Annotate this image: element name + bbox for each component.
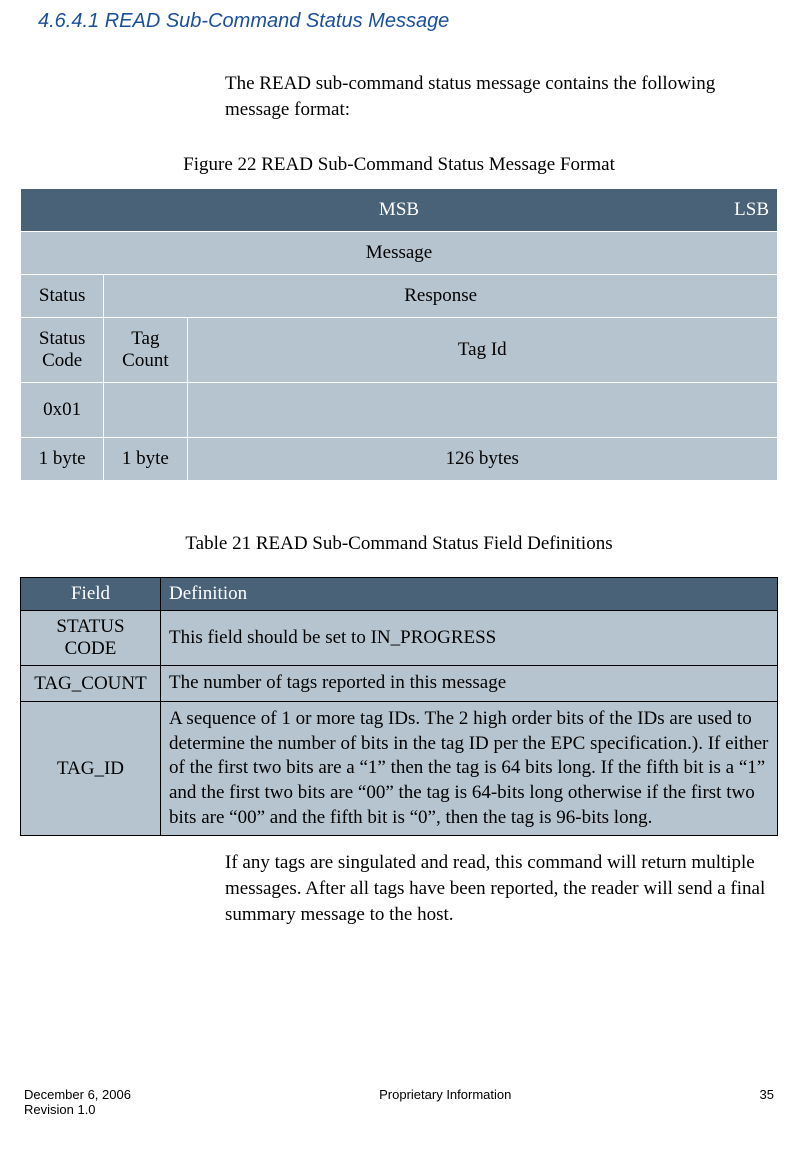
section-heading: 4.6.4.1 READ Sub-Command Status Message bbox=[38, 10, 778, 33]
footer-center: Proprietary Information bbox=[131, 1087, 760, 1117]
field-name-cell: STATUS CODE bbox=[21, 611, 161, 666]
tag-id-length: 126 bytes bbox=[187, 438, 777, 481]
status-code-header: Status Code bbox=[21, 318, 104, 383]
status-response-row: Status Response bbox=[21, 275, 778, 318]
definition-cell: A sequence of 1 or more tag IDs. The 2 h… bbox=[161, 701, 778, 835]
footer-revision: Revision 1.0 bbox=[24, 1102, 96, 1117]
page-footer: December 6, 2006 Revision 1.0 Proprietar… bbox=[20, 1087, 778, 1117]
tag-id-value bbox=[187, 383, 777, 438]
footer-date: December 6, 2006 bbox=[24, 1087, 131, 1102]
field-column-header: Field bbox=[21, 578, 161, 611]
message-format-table: MSB LSB Message Status Response Status C… bbox=[20, 188, 778, 481]
post-paragraph: If any tags are singulated and read, thi… bbox=[225, 850, 778, 927]
defs-header-row: Field Definition bbox=[21, 578, 778, 611]
table-caption: Table 21 READ Sub-Command Status Field D… bbox=[20, 533, 778, 555]
definition-cell: The number of tags reported in this mess… bbox=[161, 666, 778, 702]
value-row: 0x01 bbox=[21, 383, 778, 438]
definition-cell: This field should be set to IN_PROGRESS bbox=[161, 611, 778, 666]
msb-lsb-header: MSB LSB bbox=[21, 189, 778, 232]
field-name-cell: TAG_ID bbox=[21, 701, 161, 835]
status-code-length: 1 byte bbox=[21, 438, 104, 481]
field-header-row: Status Code Tag Count Tag Id bbox=[21, 318, 778, 383]
msb-label: MSB bbox=[379, 199, 419, 220]
table-row: TAG_COUNT The number of tags reported in… bbox=[21, 666, 778, 702]
header-row: MSB LSB bbox=[21, 189, 778, 232]
definition-column-header: Definition bbox=[161, 578, 778, 611]
table-row: TAG_ID A sequence of 1 or more tag IDs. … bbox=[21, 701, 778, 835]
status-cell: Status bbox=[21, 275, 104, 318]
response-cell: Response bbox=[104, 275, 778, 318]
figure-caption: Figure 22 READ Sub-Command Status Messag… bbox=[20, 154, 778, 176]
field-definitions-table: Field Definition STATUS CODE This field … bbox=[20, 577, 778, 836]
message-cell: Message bbox=[21, 232, 778, 275]
tag-id-header: Tag Id bbox=[187, 318, 777, 383]
lsb-label: LSB bbox=[734, 199, 769, 221]
footer-left: December 6, 2006 Revision 1.0 bbox=[24, 1087, 131, 1117]
tag-count-header: Tag Count bbox=[104, 318, 187, 383]
tag-count-value bbox=[104, 383, 187, 438]
field-name-cell: TAG_COUNT bbox=[21, 666, 161, 702]
table-row: STATUS CODE This field should be set to … bbox=[21, 611, 778, 666]
length-row: 1 byte 1 byte 126 bytes bbox=[21, 438, 778, 481]
message-row: Message bbox=[21, 232, 778, 275]
footer-page-number: 35 bbox=[760, 1087, 774, 1117]
intro-paragraph: The READ sub-command status message cont… bbox=[225, 71, 778, 122]
status-code-value: 0x01 bbox=[21, 383, 104, 438]
tag-count-length: 1 byte bbox=[104, 438, 187, 481]
page-body: 4.6.4.1 READ Sub-Command Status Message … bbox=[0, 0, 798, 1137]
